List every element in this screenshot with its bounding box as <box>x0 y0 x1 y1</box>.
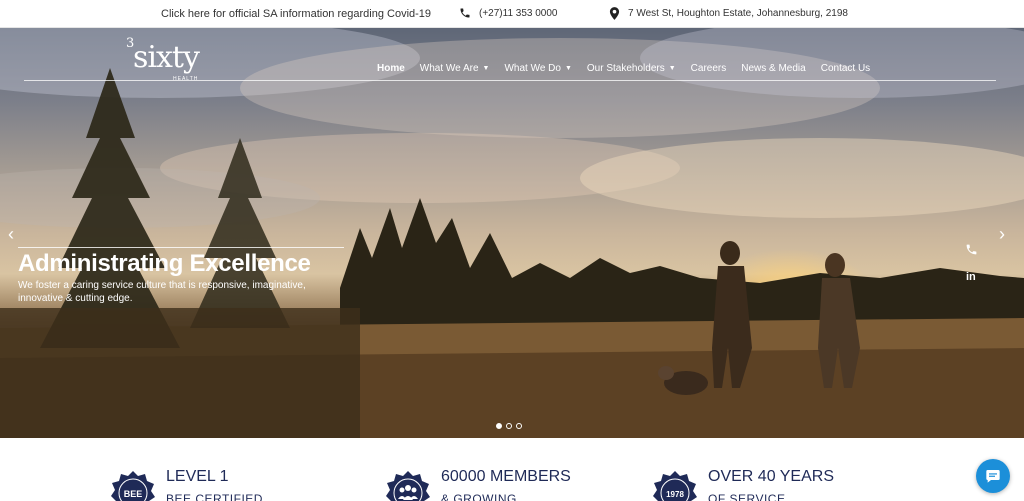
hero-slider: 3 sixty HEALTH Home What We Are ▼ What We… <box>0 28 1024 438</box>
nav-home[interactable]: Home <box>377 63 405 74</box>
nav-label: What We Are <box>419 63 479 74</box>
linkedin-icon[interactable]: in <box>966 271 976 283</box>
slider-dots <box>496 423 522 429</box>
chevron-down-icon: ▼ <box>482 65 490 72</box>
slider-dot-3[interactable] <box>516 423 522 429</box>
stat-subtitle: BEE CERTIFIED <box>166 492 263 501</box>
nav-what-we-are[interactable]: What We Are ▼ <box>420 63 490 74</box>
topbar-address[interactable]: 7 West St, Houghton Estate, Johannesburg… <box>609 7 848 20</box>
phone-icon <box>966 244 977 255</box>
top-utility-bar: Click here for official SA information r… <box>0 0 1024 28</box>
slider-dot-2[interactable] <box>506 423 512 429</box>
badge-text: 1978 <box>666 490 684 499</box>
chat-button[interactable] <box>976 459 1010 493</box>
nav-news-media[interactable]: News & Media <box>741 63 805 74</box>
meadow-scene <box>0 68 1024 438</box>
nav-our-stakeholders[interactable]: Our Stakeholders ▼ <box>587 63 676 74</box>
hero-headline: Administrating Excellence <box>18 250 311 277</box>
logo-tagline: HEALTH <box>173 76 199 82</box>
stat-subtitle: OF SERVICE <box>708 492 786 501</box>
nav-careers[interactable]: Careers <box>691 63 727 74</box>
chat-bubble-icon <box>986 470 1000 483</box>
members-badge-icon <box>386 471 430 501</box>
nav-label: What We Do <box>504 63 561 74</box>
map-pin-icon <box>609 7 620 20</box>
est-1978-badge-icon: 1978 <box>653 471 697 501</box>
nav-label: Home <box>377 63 405 74</box>
covid-info-link[interactable]: Click here for official SA information r… <box>161 8 431 20</box>
main-nav: Home What We Are ▼ What We Do ▼ Our Stakeh… <box>377 63 885 74</box>
hero-subline: We foster a caring service culture that … <box>18 280 306 304</box>
slider-prev-arrow-icon[interactable]: ‹ <box>8 224 14 245</box>
nav-what-we-do[interactable]: What We Do ▼ <box>504 63 571 74</box>
topbar-address-text: 7 West St, Houghton Estate, Johannesburg… <box>628 8 848 19</box>
phone-icon <box>460 8 470 18</box>
nav-label: Contact Us <box>820 63 871 74</box>
stat-title: 60000 MEMBERS <box>441 468 571 485</box>
chevron-down-icon: ▼ <box>564 65 572 72</box>
stat-title: OVER 40 YEARS <box>708 468 834 485</box>
badge-text: BEE <box>124 489 143 499</box>
caption-divider <box>18 247 344 248</box>
nav-label: Careers <box>690 63 727 74</box>
slider-next-arrow-icon[interactable]: › <box>999 224 1005 245</box>
topbar-phone[interactable]: (+27)11 353 0000 <box>459 7 558 19</box>
nav-label: Our Stakeholders <box>586 63 665 74</box>
slider-dot-1[interactable] <box>496 423 502 429</box>
nav-label: News & Media <box>741 63 806 74</box>
stat-subtitle: & GROWING <box>441 492 517 501</box>
logo-wordmark: sixty <box>133 40 200 75</box>
social-phone-link[interactable] <box>965 243 978 261</box>
stats-section: BEE LEVEL 1 BEE CERTIFIED 60000 MEMBERS … <box>0 438 1024 501</box>
stat-title: LEVEL 1 <box>166 468 229 485</box>
topbar-phone-number: (+27)11 353 0000 <box>479 7 558 19</box>
bee-badge-icon: BEE <box>111 471 155 501</box>
nav-divider <box>24 80 996 81</box>
chevron-down-icon: ▼ <box>668 65 676 72</box>
nav-contact-us[interactable]: Contact Us <box>821 63 870 74</box>
